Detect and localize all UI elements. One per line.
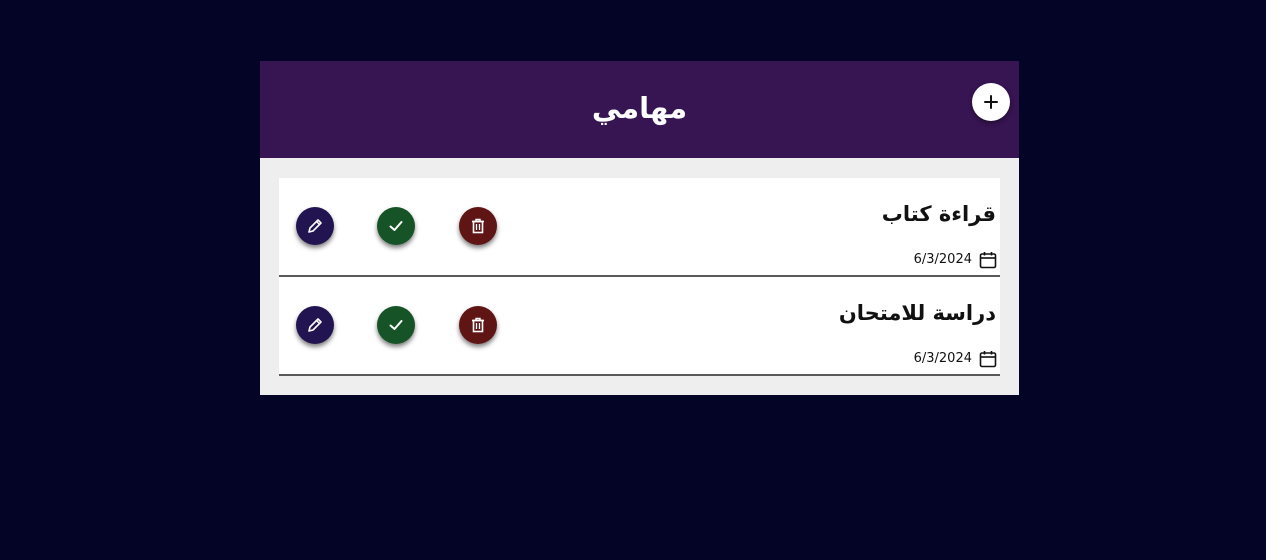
delete-icon: [472, 317, 484, 333]
app-header: مهامي: [260, 61, 1019, 158]
check-icon: [389, 221, 403, 231]
todo-app: مهامي قراءة كتاب 6/3/2024 دراسة للامتحان…: [260, 61, 1019, 395]
pencil-icon: [308, 318, 322, 332]
edit-button[interactable]: [296, 207, 334, 245]
task-date-text: 6/3/2024: [913, 351, 972, 366]
add-task-button[interactable]: [972, 83, 1010, 121]
calendar-icon: [979, 252, 997, 269]
page-title: مهامي: [591, 91, 688, 125]
calendar-icon: [979, 351, 997, 368]
complete-button[interactable]: [377, 306, 415, 344]
plus-icon: [984, 95, 998, 109]
delete-button[interactable]: [459, 306, 497, 344]
complete-button[interactable]: [377, 207, 415, 245]
pencil-icon: [308, 219, 322, 233]
check-icon: [389, 320, 403, 330]
task-date-text: 6/3/2024: [913, 252, 972, 267]
task-item: دراسة للامتحان 6/3/2024: [279, 277, 1000, 376]
task-date: 6/3/2024: [914, 250, 998, 270]
task-title: قراءة كتاب: [881, 202, 996, 226]
edit-button[interactable]: [296, 306, 334, 344]
task-date: 6/3/2024: [914, 349, 998, 369]
delete-icon: [472, 218, 484, 234]
task-item: قراءة كتاب 6/3/2024: [279, 178, 1000, 277]
task-title: دراسة للامتحان: [838, 301, 996, 325]
task-list: قراءة كتاب 6/3/2024 دراسة للامتحان 6/3/2…: [279, 178, 1000, 376]
delete-button[interactable]: [459, 207, 497, 245]
